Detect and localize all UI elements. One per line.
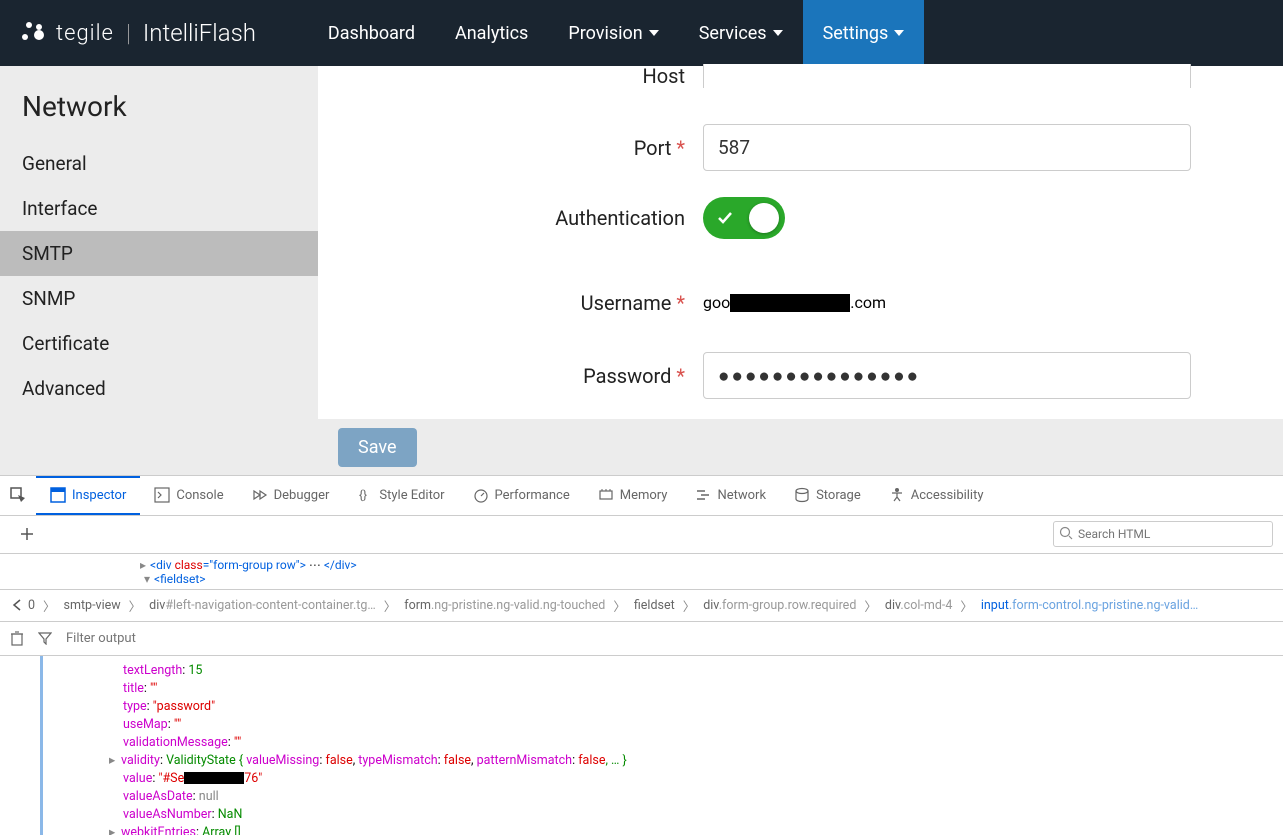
brand: tegile | IntelliFlash (0, 19, 278, 47)
inspector-icon (50, 487, 66, 503)
breadcrumb-item[interactable]: div.col-md-4 (885, 598, 952, 613)
required-asterisk: * (676, 291, 685, 315)
devtools-toolbar (0, 516, 1283, 554)
nav-dashboard[interactable]: Dashboard (308, 0, 435, 66)
sidebar-item-interface[interactable]: Interface (0, 186, 318, 231)
performance-icon (473, 487, 489, 503)
search-icon (1059, 526, 1073, 540)
brand-logo-icon (22, 20, 48, 46)
save-button[interactable]: Save (338, 428, 417, 467)
storage-icon (794, 487, 810, 503)
nav-analytics[interactable]: Analytics (435, 0, 548, 66)
tab-inspector[interactable]: Inspector (36, 476, 140, 515)
debugger-icon (252, 489, 268, 501)
nav-services[interactable]: Services (679, 0, 803, 66)
required-asterisk: * (676, 364, 685, 388)
network-icon (695, 487, 711, 503)
tab-performance[interactable]: Performance (459, 476, 584, 515)
content-area: Host Port * Authentication Username * (318, 66, 1283, 475)
breadcrumb-item[interactable]: form.ng-pristine.ng-valid.ng-touched (404, 598, 605, 613)
brand-name: tegile (56, 21, 114, 46)
console-toolbar (0, 622, 1283, 656)
tab-storage[interactable]: Storage (780, 476, 875, 515)
breadcrumb-item-selected[interactable]: input.form-control.ng-pristine.ng-valid… (981, 598, 1198, 613)
chevron-down-icon (773, 30, 783, 36)
password-label: Password (583, 364, 671, 388)
required-asterisk: * (676, 136, 685, 160)
element-picker-icon[interactable] (0, 487, 36, 503)
search-html-wrap (1053, 521, 1273, 547)
style-icon: {} (357, 487, 373, 503)
filter-output-input[interactable] (66, 631, 366, 646)
breadcrumb-root[interactable]: 0 (28, 598, 35, 613)
memory-icon (598, 487, 614, 503)
check-icon (717, 211, 733, 225)
dom-tree-snippet[interactable]: ▸<div class="form-group row"> ⋯ </div> ▾… (0, 554, 1283, 590)
search-html-input[interactable] (1053, 521, 1273, 547)
tab-network[interactable]: Network (681, 476, 780, 515)
devtools-tabs: Inspector Console Debugger {}Style Edito… (0, 476, 1283, 516)
port-label: Port (634, 136, 672, 160)
redacted-text (184, 772, 244, 784)
devtools-panel: Inspector Console Debugger {}Style Edito… (0, 475, 1283, 835)
auth-label: Authentication (555, 206, 685, 230)
username-input[interactable]: goo.com (703, 279, 1191, 326)
redacted-text (730, 294, 850, 312)
form-group-username: Username * goo.com (318, 279, 1263, 326)
sidebar-item-snmp[interactable]: SNMP (0, 276, 318, 321)
object-dump[interactable]: textLength: 15 title: "" type: "password… (40, 656, 1283, 835)
form-group-port: Port * (318, 124, 1263, 171)
accessibility-icon (889, 487, 905, 503)
auth-toggle[interactable] (703, 197, 785, 239)
clear-console-icon[interactable] (10, 630, 24, 646)
password-input[interactable] (703, 352, 1191, 399)
form-group-host: Host (318, 64, 1263, 88)
breadcrumb-item[interactable]: fieldset (634, 598, 675, 613)
username-label: Username (581, 291, 672, 315)
toggle-knob (749, 203, 779, 233)
sidebar-item-certificate[interactable]: Certificate (0, 321, 318, 366)
svg-text:{}: {} (359, 488, 367, 502)
breadcrumb-item[interactable]: div.form-group.row.required (703, 598, 856, 613)
console-icon (154, 487, 170, 503)
sidebar-title: Network (0, 82, 318, 141)
tab-debugger[interactable]: Debugger (238, 476, 344, 515)
breadcrumb-prev-icon[interactable] (6, 599, 28, 611)
sidebar-item-smtp[interactable]: SMTP (0, 231, 318, 276)
host-label: Host (642, 64, 685, 88)
breadcrumb-bar: 0 〉 smtp-view 〉 div#left-navigation-cont… (0, 590, 1283, 622)
breadcrumb-item[interactable]: div#left-navigation-content-container.tg… (149, 598, 376, 613)
top-navbar: tegile | IntelliFlash Dashboard Analytic… (0, 0, 1283, 66)
expand-icon[interactable]: ▸ (109, 824, 121, 835)
nav-settings[interactable]: Settings (803, 0, 925, 66)
chevron-down-icon (894, 30, 904, 36)
port-input[interactable] (703, 124, 1191, 171)
main-area: Network General Interface SMTP SNMP Cert… (0, 66, 1283, 475)
chevron-down-icon (649, 30, 659, 36)
tab-console[interactable]: Console (140, 476, 237, 515)
sidebar: Network General Interface SMTP SNMP Cert… (0, 66, 318, 475)
save-bar: Save (318, 419, 1283, 475)
nav-items: Dashboard Analytics Provision Services S… (308, 0, 924, 66)
tab-accessibility[interactable]: Accessibility (875, 476, 998, 515)
expand-icon[interactable]: ▸ (140, 558, 150, 572)
collapse-icon[interactable]: ▾ (144, 572, 154, 586)
nav-provision[interactable]: Provision (548, 0, 678, 66)
tab-memory[interactable]: Memory (584, 476, 682, 515)
form-group-auth: Authentication (318, 197, 1263, 239)
new-node-icon[interactable] (10, 527, 44, 541)
breadcrumb-item[interactable]: smtp-view (64, 598, 121, 613)
expand-icon[interactable]: ▸ (109, 752, 121, 770)
filter-icon[interactable] (38, 631, 52, 645)
sidebar-item-general[interactable]: General (0, 141, 318, 186)
brand-separator: | (126, 19, 131, 47)
tab-style-editor[interactable]: {}Style Editor (343, 476, 458, 515)
host-input[interactable] (703, 64, 1191, 88)
brand-product: IntelliFlash (143, 19, 256, 47)
form-group-password: Password * (318, 352, 1263, 399)
sidebar-item-advanced[interactable]: Advanced (0, 366, 318, 411)
